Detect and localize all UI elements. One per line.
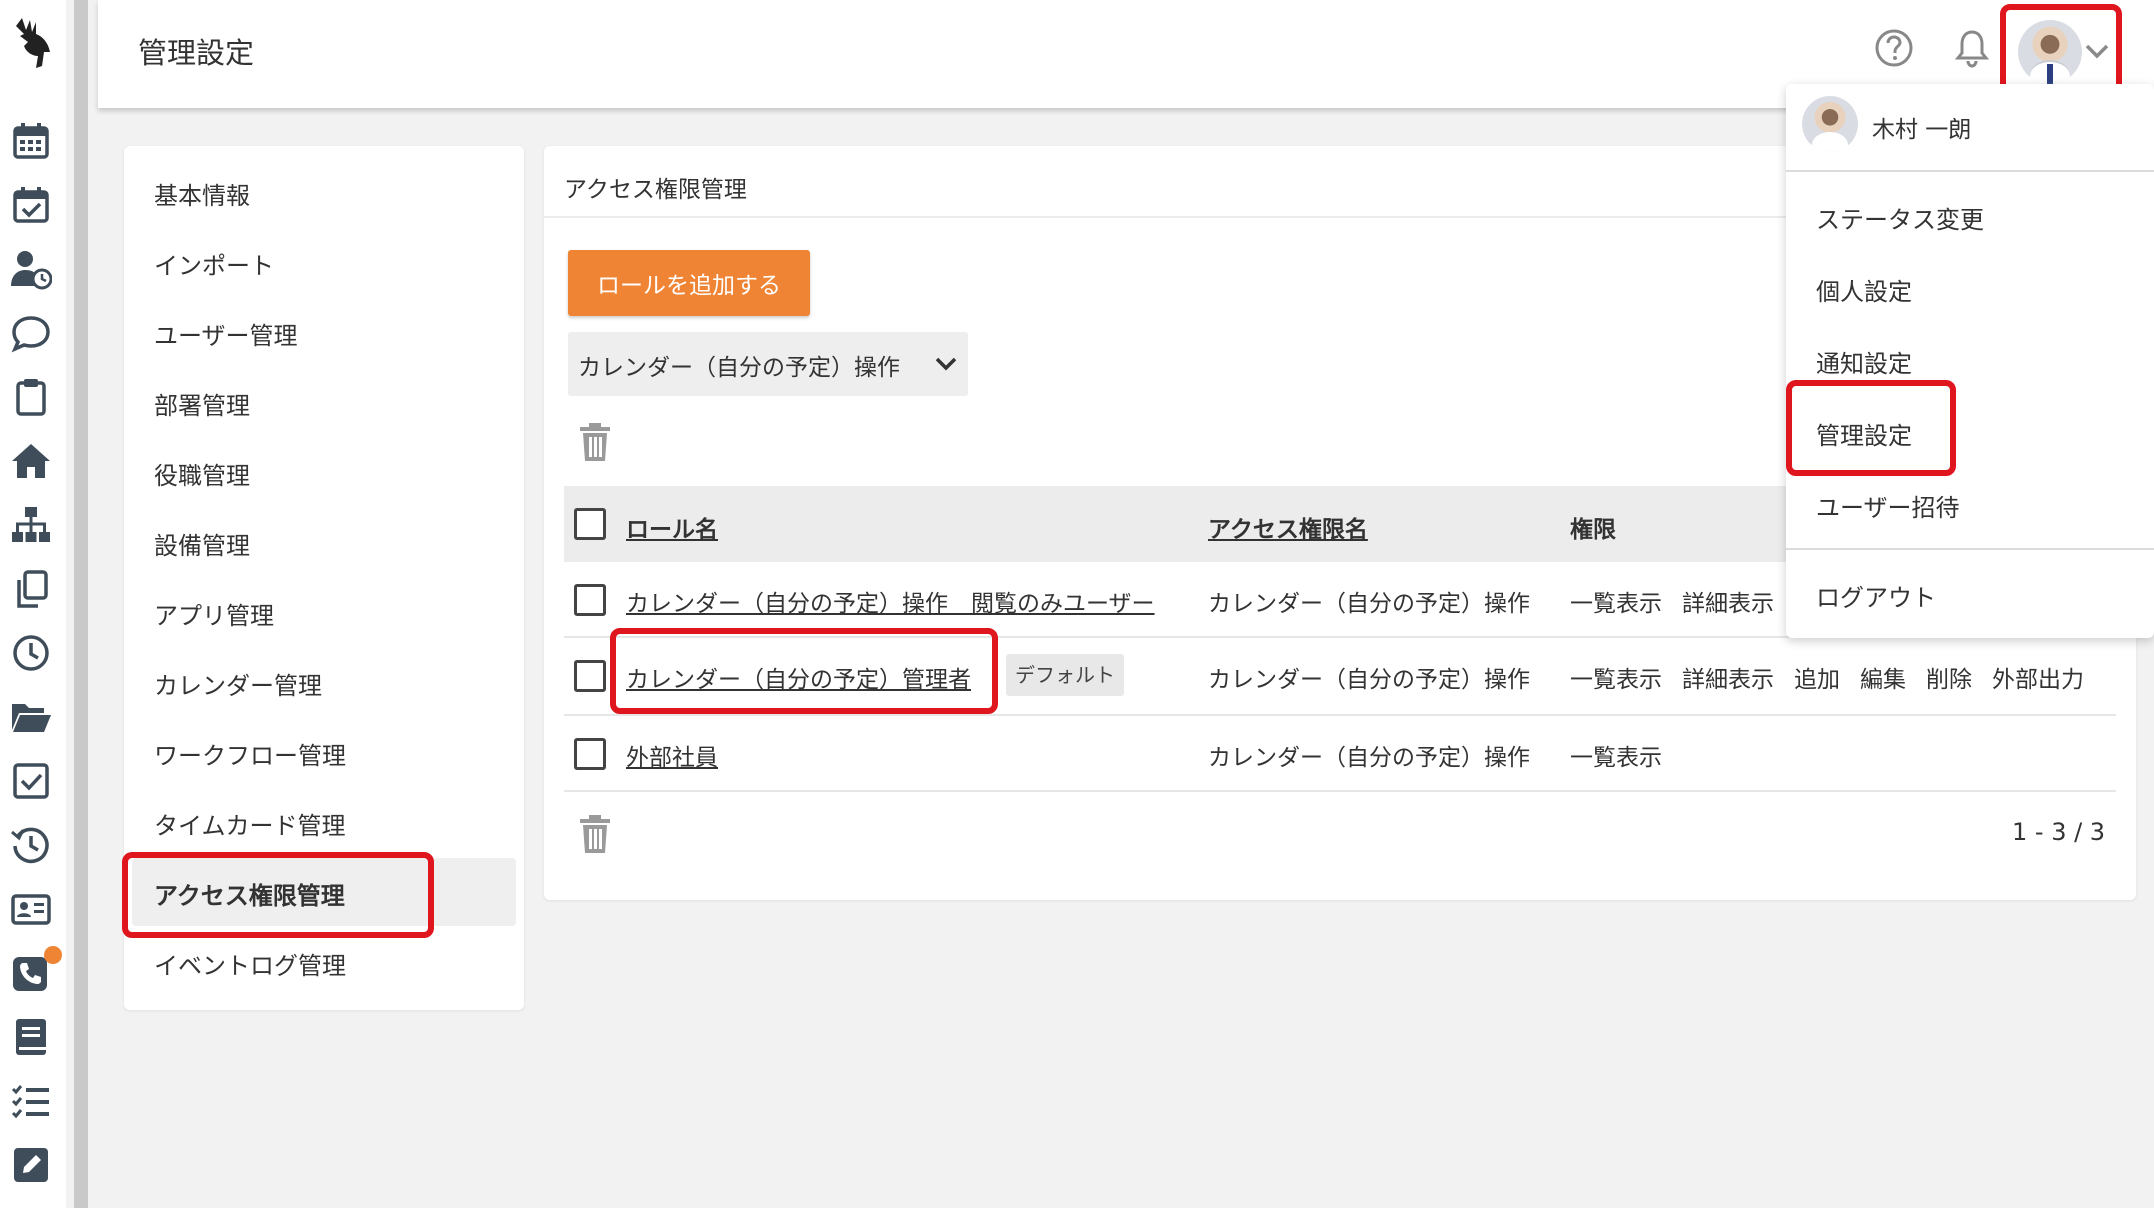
calendar-icon[interactable] [10,120,52,162]
nav-item-event-log-management[interactable]: イベントログ管理 [154,946,346,981]
nav-item-app-management[interactable]: アプリ管理 [154,596,274,631]
nav-item-department-management[interactable]: 部署管理 [154,386,250,421]
chevron-down-icon [935,357,957,371]
menu-item-invite-user[interactable]: ユーザー招待 [1816,488,1960,523]
panel-title: アクセス権限管理 [564,177,747,203]
menu-divider [1786,170,2154,172]
row-checkbox[interactable] [574,584,606,616]
nav-item-access-management[interactable]: アクセス権限管理 [154,876,345,911]
access-name: カレンダー（自分の予定）操作 [1208,591,1530,617]
menu-item-notification-settings[interactable]: 通知設定 [1816,344,1912,379]
rail-scrollbar[interactable] [74,0,88,1208]
nav-item-basic-info[interactable]: 基本情報 [154,176,250,211]
clipboard-icon[interactable] [10,376,52,418]
menu-item-personal-settings[interactable]: 個人設定 [1816,272,1912,307]
user-dropdown-menu: 木村 一朗 ステータス変更 個人設定 通知設定 管理設定 ユーザー招待 ログアウ… [1786,84,2154,638]
pagination-count: 1 - 3 / 3 [2012,818,2106,846]
edit-icon[interactable] [10,1144,52,1186]
permission-label: 一覧表示 [1570,667,1662,693]
role-link[interactable]: カレンダー（自分の予定）操作 閲覧のみユーザー [626,584,1155,618]
home-icon[interactable] [10,440,52,482]
permission-label: 追加 [1794,667,1840,693]
notification-badge [44,946,62,964]
permission-label: 削除 [1926,667,1972,693]
settings-nav: 基本情報 インポート ユーザー管理 部署管理 役職管理 設備管理 アプリ管理 カ… [124,146,524,1010]
trash-icon[interactable] [578,422,612,462]
nav-item-workflow-management[interactable]: ワークフロー管理 [154,736,346,771]
access-name: カレンダー（自分の予定）操作 [1208,667,1530,693]
folder-open-icon[interactable] [10,696,52,738]
org-chart-icon[interactable] [10,504,52,546]
permission-label: 詳細表示 [1682,667,1774,693]
nav-item-import[interactable]: インポート [154,246,274,281]
user-avatar-button[interactable] [2018,20,2082,84]
icon-rail [0,0,66,1208]
nav-item-user-management[interactable]: ユーザー管理 [154,316,298,351]
access-name: カレンダー（自分の予定）操作 [1208,745,1530,771]
chevron-down-icon[interactable] [2082,36,2112,66]
permission-label: 外部出力 [1992,667,2084,693]
permission-label: 一覧表示 [1570,591,1662,617]
column-role-name[interactable]: ロール名 [626,510,718,544]
select-all-checkbox[interactable] [574,508,606,540]
row-checkbox[interactable] [574,738,606,770]
avatar-tie [2047,64,2053,84]
book-icon[interactable] [10,1016,52,1058]
bell-icon[interactable] [1950,26,1994,70]
default-tag: デフォルト [1006,654,1124,696]
checklist-icon[interactable] [10,1080,52,1122]
nav-item-calendar-management[interactable]: カレンダー管理 [154,666,322,701]
nav-item-position-management[interactable]: 役職管理 [154,456,250,491]
trash-icon[interactable] [578,814,612,854]
clock-icon[interactable] [10,632,52,674]
access-filter-select[interactable]: カレンダー（自分の予定）操作 [568,332,968,396]
menu-divider [1786,548,2154,550]
menu-user-name: 木村 一朗 [1872,117,1972,143]
copy-icon[interactable] [10,568,52,610]
role-link[interactable]: カレンダー（自分の予定）管理者 [626,660,971,694]
column-permissions: 権限 [1570,517,1616,543]
nav-item-equipment-management[interactable]: 設備管理 [154,526,250,561]
nav-item-timecard-management[interactable]: タイムカード管理 [154,806,346,841]
help-circle-icon[interactable] [1872,26,1916,70]
menu-item-logout[interactable]: ログアウト [1816,578,1936,613]
row-divider [564,790,2116,792]
role-link[interactable]: 外部社員 [626,738,718,772]
menu-item-admin-settings[interactable]: 管理設定 [1816,416,1912,451]
permission-label: 一覧表示 [1570,745,1662,771]
menu-user-avatar [1802,96,1858,152]
column-access-name[interactable]: アクセス権限名 [1208,510,1368,544]
calendar-check-icon[interactable] [10,184,52,226]
add-role-button[interactable]: ロールを追加する [568,250,810,316]
row-checkbox[interactable] [574,660,606,692]
deer-logo-icon[interactable] [8,12,58,72]
select-value: カレンダー（自分の予定）操作 [578,355,900,381]
user-clock-icon[interactable] [10,248,53,290]
permission-label: 編集 [1860,667,1906,693]
menu-item-status-change[interactable]: ステータス変更 [1816,200,1984,235]
history-icon[interactable] [10,824,52,866]
page-title: 管理設定 [138,36,255,70]
permission-label: 詳細表示 [1682,591,1774,617]
chat-bubble-icon[interactable] [10,312,52,354]
checkbox-icon[interactable] [10,760,52,802]
row-divider [564,714,2116,716]
id-card-icon[interactable] [10,888,52,930]
